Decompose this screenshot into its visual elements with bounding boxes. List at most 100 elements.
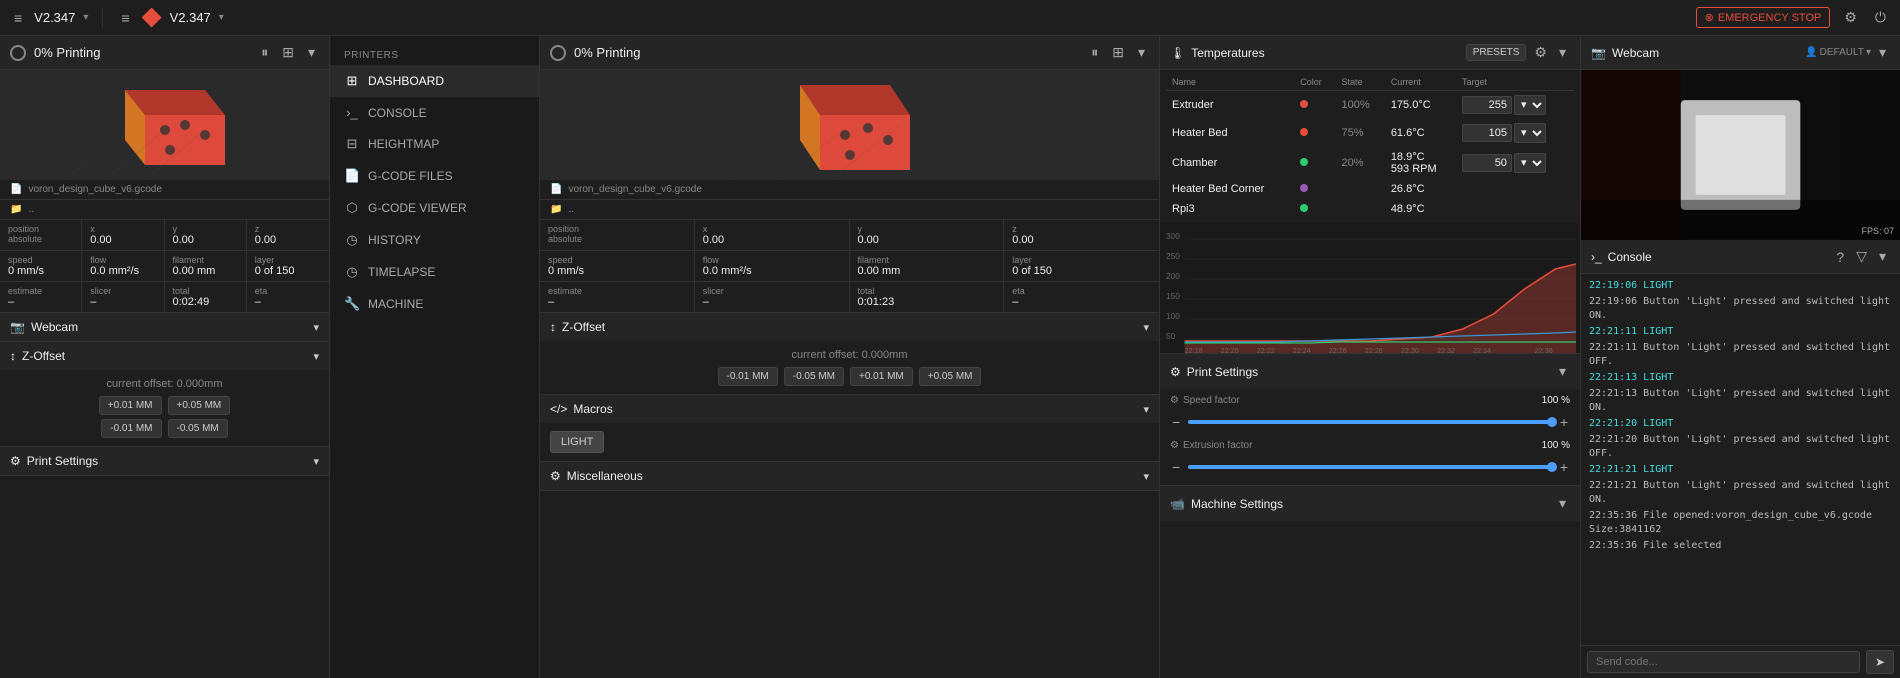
center-macros-header[interactable]: </> Macros ▾ [540,395,1159,423]
stat-layer: Layer 0 of 150 [247,251,329,281]
speed-slider-thumb[interactable] [1547,417,1557,427]
temps-expand-icon[interactable]: ▾ [1555,42,1570,63]
temp-target-dropdown[interactable]: ▾ [1514,123,1546,143]
temp-target[interactable]: ▾ [1456,91,1574,120]
sidebar-item-timelapse[interactable]: ◷ TIMELAPSE [330,256,539,288]
center-stat-eta: ETA – [1004,282,1159,312]
expand-button[interactable]: ▾ [304,42,319,63]
status-circle [10,45,26,61]
temp-state: 100% [1335,91,1384,120]
center-stat-speed: Speed 0 mm/s [540,251,695,281]
center-zoffset-minus-005[interactable]: -0.05 MM [784,367,844,386]
speed-minus-btn[interactable]: − [1170,414,1182,430]
center-print-label: 0% Printing [574,45,641,60]
version-chevron[interactable]: ▾ [83,12,88,23]
menu-icon[interactable]: ≡ [10,8,26,28]
console-expand-btn[interactable]: ▾ [1875,246,1890,267]
print-settings-expand[interactable]: ▾ [1555,361,1570,382]
left-zoffset-header[interactable]: ↕ Z-Offset ▾ [0,342,329,370]
sidebar-item-machine[interactable]: 🔧 MACHINE [330,288,539,320]
left-print-settings-header[interactable]: ⚙ Print Settings ▾ [0,447,329,475]
console-panel: ›_ Console ? ▽ ▾ 22:19:06 LIGHT22:19:06 … [1581,240,1900,678]
console-input[interactable] [1587,651,1860,673]
pause-button[interactable]: ⏸ [257,42,272,63]
webcam-dropdown-icon[interactable]: ▾ [1866,47,1871,58]
extrusion-slider-thumb[interactable] [1547,462,1557,472]
sidebar-item-heightmap[interactable]: ⊟ HEIGHTMAP [330,128,539,160]
webcam-user-icon: 👤 [1805,47,1817,58]
extrusion-minus-btn[interactable]: − [1170,459,1182,475]
temp-target[interactable]: ▾ [1456,147,1574,179]
zoffset-plus-001-btn[interactable]: +0.01 MM [99,396,162,415]
sidebar-item-gcode-viewer[interactable]: ⬡ G-CODE VIEWER [330,192,539,224]
gcode-viewer-label: G-CODE VIEWER [368,201,467,215]
temps-panel: 🌡 Temperatures PRESETS ⚙ ▾ Name Color St… [1160,36,1580,354]
temp-target-input[interactable] [1462,124,1512,142]
center-pause-button[interactable]: ⏸ [1087,42,1102,63]
svg-text:22:26: 22:26 [1329,347,1347,353]
left-webcam-header[interactable]: 📷 Webcam ▾ [0,313,329,341]
temp-state [1335,179,1384,199]
machine-settings-expand[interactable]: ▾ [1555,493,1570,514]
settings-icon[interactable]: ⚙ [1840,7,1861,28]
far-right-panel: 📷 Webcam 👤 DEFAULT ▾ ▾ [1580,36,1900,678]
console-send-button[interactable]: ➤ [1866,650,1894,674]
emergency-stop-button[interactable]: ⊗ EMERGENCY STOP [1696,7,1831,28]
main-layout: 0% Printing ⏸ ⊞ ▾ [0,36,1900,678]
center-misc-header[interactable]: ⚙ Miscellaneous ▾ [540,462,1159,490]
temps-settings-icon[interactable]: ⚙ [1530,42,1551,63]
temps-table-row: Heater Bed Corner 26.8°C [1166,179,1574,199]
webcam-chevron-icon: ▾ [313,321,319,334]
sidebar-item-history[interactable]: ◷ HISTORY [330,224,539,256]
machine-settings-header[interactable]: 📹 Machine Settings ▾ [1160,486,1580,521]
temp-target-dropdown[interactable]: ▾ [1514,95,1546,115]
history-label: HISTORY [368,233,421,247]
speed-plus-btn[interactable]: + [1558,414,1570,430]
grid-button[interactable]: ⊞ [278,42,298,63]
temp-target-input[interactable] [1462,154,1512,172]
sidebar-menu-icon[interactable]: ≡ [117,8,133,28]
center-expand-button[interactable]: ▾ [1134,42,1149,63]
zoffset-minus-001-btn[interactable]: -0.01 MM [101,419,161,438]
print-settings-panel-icon: ⚙ [1170,365,1181,379]
center-zoffset-header[interactable]: ↕ Z-Offset ▾ [540,313,1159,341]
center-zoffset-plus-001[interactable]: +0.01 MM [850,367,913,386]
temp-target [1456,179,1574,199]
svg-text:22:20: 22:20 [1221,347,1239,353]
extrusion-slider-track[interactable] [1188,465,1552,469]
print-settings-header[interactable]: ⚙ Print Settings ▾ [1160,354,1580,389]
zoffset-minus-005-btn[interactable]: -0.05 MM [168,419,228,438]
sidebar-item-gcode-files[interactable]: 📄 G-CODE FILES [330,160,539,192]
console-filter-btn[interactable]: ▽ [1852,246,1871,267]
temps-header: 🌡 Temperatures PRESETS ⚙ ▾ [1160,36,1580,70]
temps-table-row: Chamber 20% 18.9°C 593 RPM ▾ [1166,147,1574,179]
speed-slider-track[interactable] [1188,420,1552,424]
gcode-files-icon: 📄 [344,168,360,184]
left-zoffset-section: ↕ Z-Offset ▾ current offset: 0.000mm +0.… [0,342,329,447]
sidebar-item-dashboard[interactable]: ⊞ DASHBOARD [330,65,539,97]
power-icon[interactable]: ⏻ [1871,7,1890,28]
console-help-btn[interactable]: ? [1832,247,1848,267]
extrusion-plus-btn[interactable]: + [1558,459,1570,475]
print-settings-content: ⚙ Speed factor 100 % − + ⚙ [1160,389,1580,485]
left-zoffset-content: current offset: 0.000mm +0.01 MM +0.05 M… [0,370,329,446]
presets-button[interactable]: PRESETS [1466,44,1527,61]
temp-color [1294,119,1335,147]
zoffset-plus-005-btn[interactable]: +0.05 MM [168,396,231,415]
temp-target-input[interactable] [1462,96,1512,114]
temp-target-dropdown[interactable]: ▾ [1514,153,1546,173]
sidebar-item-console[interactable]: ›_ CONSOLE [330,97,539,128]
speed-factor-icon: ⚙ [1170,395,1179,406]
center-zoffset-minus-001[interactable]: -0.01 MM [718,367,778,386]
center-zoffset-plus-005[interactable]: +0.05 MM [919,367,982,386]
light-macro-button[interactable]: LIGHT [550,431,604,453]
temp-target[interactable]: ▾ [1456,119,1574,147]
sidebar-chevron[interactable]: ▾ [219,12,224,23]
webcam-expand-btn[interactable]: ▾ [1875,42,1890,63]
center-zoffset-chevron: ▾ [1143,321,1149,334]
center-grid-button[interactable]: ⊞ [1108,42,1128,63]
svg-text:50: 50 [1166,332,1176,341]
extrusion-slider-row: − + [1170,455,1570,479]
console-log-line: 22:35:36 File selected [1589,538,1892,554]
emergency-icon: ⊗ [1705,11,1714,24]
